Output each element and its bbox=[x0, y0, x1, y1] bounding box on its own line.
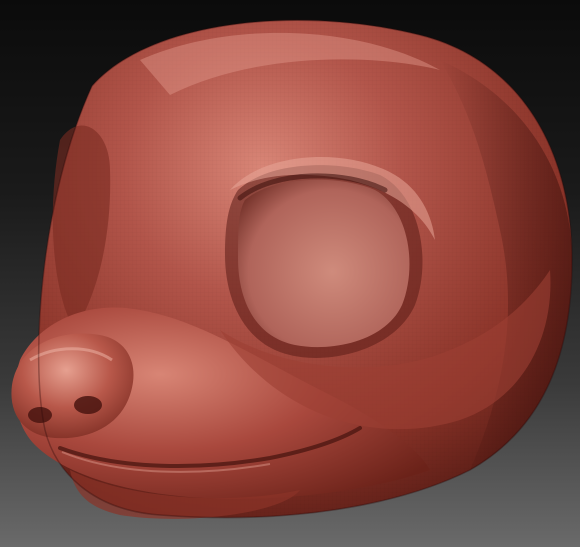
nostril-left bbox=[28, 407, 52, 423]
sculpt-viewport[interactable] bbox=[0, 0, 580, 547]
eye-socket bbox=[238, 179, 410, 348]
sculpted-head-model bbox=[11, 19, 573, 519]
nostril-right bbox=[74, 396, 102, 414]
